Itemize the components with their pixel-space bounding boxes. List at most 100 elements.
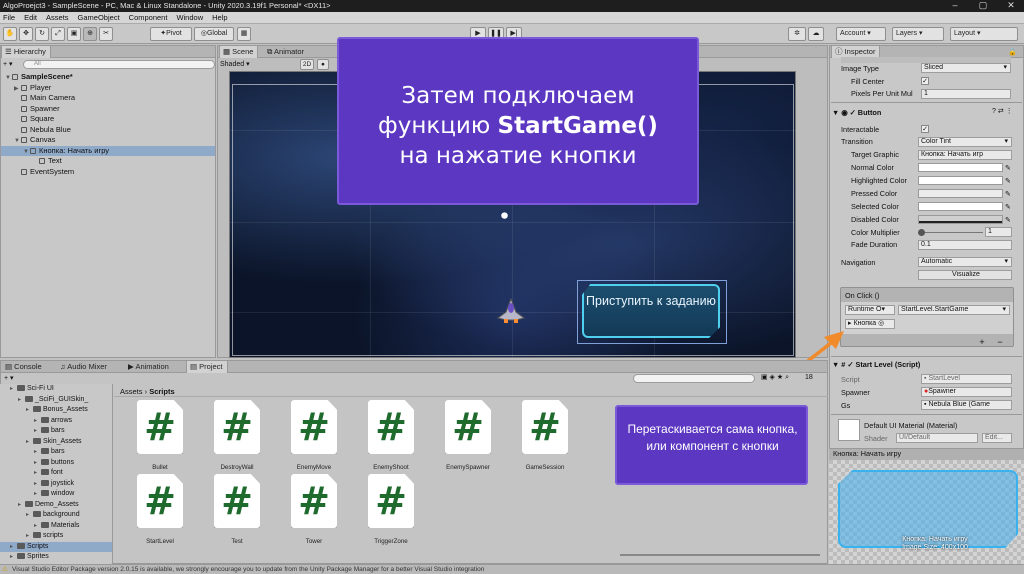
fold-arrow-icon[interactable]: ▼ bbox=[14, 136, 21, 147]
shading-dropdown[interactable]: Shaded ▾ bbox=[220, 59, 284, 70]
icon-size-slider[interactable] bbox=[620, 554, 820, 556]
project-folder-item[interactable]: ▸ bars bbox=[0, 447, 112, 458]
fold-arrow-icon[interactable]: ▸ bbox=[26, 405, 33, 416]
fold-arrow-icon[interactable]: ▸ bbox=[34, 458, 41, 469]
grid-snap-icon[interactable]: ▦ bbox=[237, 27, 251, 41]
color-multiplier-field[interactable]: 1 bbox=[985, 227, 1012, 237]
menu-help[interactable]: Help bbox=[212, 12, 227, 23]
hierarchy-item[interactable]: Spawner bbox=[1, 104, 215, 115]
player-ship-icon[interactable] bbox=[496, 297, 526, 324]
hierarchy-item[interactable]: Main Camera bbox=[1, 93, 215, 104]
tab-console[interactable]: ▤ Console bbox=[2, 361, 46, 373]
rotate-tool-icon[interactable]: ↻ bbox=[35, 27, 49, 41]
project-folder-item[interactable]: ▸ Scripts bbox=[0, 541, 112, 552]
fold-arrow-icon[interactable]: ▸ bbox=[34, 521, 41, 532]
collab-icon[interactable]: ✲ bbox=[788, 27, 806, 41]
material-edit-button[interactable]: Edit... bbox=[982, 433, 1012, 443]
tab-scene[interactable]: ▦ Scene bbox=[219, 46, 259, 58]
script-asset[interactable]: # StartLevel bbox=[125, 474, 195, 545]
project-folder-item[interactable]: ▸ background bbox=[0, 510, 112, 521]
custom-tool-icon[interactable]: ✂ bbox=[99, 27, 113, 41]
script-asset[interactable]: # EnemyMove bbox=[279, 400, 349, 471]
camera-gizmo-icon[interactable]: ⏺ bbox=[501, 208, 521, 222]
fold-arrow-icon[interactable]: ▸ bbox=[26, 437, 33, 448]
add-object-button[interactable]: + ▾ bbox=[3, 60, 19, 69]
transform-tool-icon[interactable]: ⊕ bbox=[83, 27, 97, 41]
fold-arrow-icon[interactable]: ▸ bbox=[26, 531, 33, 542]
fold-arrow-icon[interactable]: ▸ bbox=[34, 416, 41, 427]
project-folder-item[interactable]: ▸ buttons bbox=[0, 458, 112, 469]
project-folder-item[interactable]: ▸ Demo_Assets bbox=[0, 500, 112, 511]
script-asset[interactable]: # DestroyWall bbox=[202, 400, 272, 471]
script-asset[interactable]: # TriggerZone bbox=[356, 474, 426, 545]
tab-project[interactable]: ▤ Project bbox=[186, 361, 228, 373]
project-folder-item[interactable]: ▸ Bonus_Assets bbox=[0, 405, 112, 416]
hierarchy-item[interactable]: ▼ Кнопка: Начать игру bbox=[1, 145, 215, 158]
fold-arrow-icon[interactable]: ▼ bbox=[5, 73, 12, 84]
shader-dropdown[interactable]: UI/Default bbox=[896, 433, 978, 443]
interactable-checkbox[interactable]: ✓ bbox=[921, 125, 929, 133]
image-type-dropdown[interactable]: Sliced ▾ bbox=[921, 63, 1011, 73]
breadcrumb-assets[interactable]: Assets bbox=[120, 387, 143, 396]
project-folder-item[interactable]: ▸ Materials bbox=[0, 521, 112, 532]
target-graphic-field[interactable]: Кнопка: Начать игр bbox=[918, 150, 1012, 160]
fold-arrow-icon[interactable]: ▸ bbox=[34, 426, 41, 437]
fold-arrow-icon[interactable]: ▸ bbox=[34, 468, 41, 479]
menu-file[interactable]: File bbox=[3, 12, 15, 23]
layout-dropdown[interactable]: Layout ▾ bbox=[950, 27, 1018, 41]
fold-arrow-icon[interactable]: ▸ bbox=[10, 384, 17, 395]
fade-duration-field[interactable]: 0.1 bbox=[918, 240, 1012, 250]
project-folder-item[interactable]: ▸ _SciFi_GUISkin_ bbox=[0, 395, 112, 406]
project-folder-item[interactable]: ▸ Skin_Assets bbox=[0, 437, 112, 448]
hierarchy-item[interactable]: Square bbox=[1, 114, 215, 125]
button-selection-rect[interactable]: Приступить к заданию bbox=[577, 280, 727, 344]
remove-event-button[interactable]: − bbox=[992, 337, 1008, 347]
transition-dropdown[interactable]: Color Tint ▾ bbox=[918, 137, 1012, 147]
menu-window[interactable]: Window bbox=[176, 12, 203, 23]
hierarchy-item[interactable]: ▶ Player bbox=[1, 83, 215, 94]
script-field[interactable]: ▪ StartLevel bbox=[921, 374, 1012, 384]
multiplier-slider-track[interactable] bbox=[921, 232, 983, 233]
spawner-field[interactable]: ●Spawner bbox=[921, 387, 1012, 397]
script-asset[interactable]: # Bullet bbox=[125, 400, 195, 471]
menu-gameobject[interactable]: GameObject bbox=[78, 12, 120, 23]
fold-arrow-icon[interactable]: ▸ bbox=[10, 552, 17, 563]
close-icon[interactable]: ✕ bbox=[1000, 0, 1022, 12]
project-folder-item[interactable]: ▸ arrows bbox=[0, 416, 112, 427]
script-asset[interactable]: # Tower bbox=[279, 474, 349, 545]
project-folder-item[interactable]: ▸ font bbox=[0, 468, 112, 479]
menu-edit[interactable]: Edit bbox=[24, 12, 37, 23]
global-button[interactable]: ◎Global bbox=[194, 27, 234, 41]
fold-arrow-icon[interactable]: ▸ bbox=[18, 395, 25, 406]
button-component-header[interactable]: ▼ ◉ ✓ Button bbox=[832, 107, 881, 118]
component-menu-icon[interactable]: ? ⇄ ⋮ bbox=[992, 107, 1013, 115]
gs-field[interactable]: ▪ Nebula Blue (Game bbox=[921, 400, 1012, 410]
onclick-object-field[interactable]: ▸ Кнопка ◎ bbox=[845, 319, 895, 329]
layers-dropdown[interactable]: Layers ▾ bbox=[892, 27, 944, 41]
scale-tool-icon[interactable]: ⤢ bbox=[51, 27, 65, 41]
fold-arrow-icon[interactable]: ▸ bbox=[26, 510, 33, 521]
hierarchy-item[interactable]: Text bbox=[1, 156, 215, 167]
tab-audio-mixer[interactable]: ♫ Audio Mixer bbox=[57, 361, 111, 373]
hierarchy-item[interactable]: Nebula Blue bbox=[1, 125, 215, 136]
minimize-icon[interactable]: – bbox=[944, 0, 966, 12]
fold-arrow-icon[interactable]: ▼ bbox=[23, 147, 30, 158]
tab-animator[interactable]: ⧉ Animator bbox=[264, 46, 308, 58]
project-folder-item[interactable]: ▸ joystick bbox=[0, 479, 112, 490]
hierarchy-item[interactable]: ▼ Canvas bbox=[1, 135, 215, 146]
fold-arrow-icon[interactable]: ▸ bbox=[18, 500, 25, 511]
menu-assets[interactable]: Assets bbox=[46, 12, 69, 23]
multiplier-slider-thumb[interactable] bbox=[918, 229, 925, 236]
script-asset[interactable]: # EnemySpawner bbox=[433, 400, 503, 471]
maximize-icon[interactable]: ▢ bbox=[972, 0, 994, 12]
project-folder-item[interactable]: ▸ scripts bbox=[0, 531, 112, 542]
script-asset[interactable]: # EnemyShoot bbox=[356, 400, 426, 471]
pressed-color-swatch[interactable] bbox=[918, 189, 1003, 198]
rect-tool-icon[interactable]: ▣ bbox=[67, 27, 81, 41]
script-asset[interactable]: # GameSession bbox=[510, 400, 580, 471]
runtime-dropdown[interactable]: Runtime O▾ bbox=[845, 305, 895, 315]
eyedropper-icons[interactable]: ✎ ✎ ✎ ✎ ✎ bbox=[1005, 162, 1013, 227]
add-event-button[interactable]: + bbox=[974, 337, 990, 347]
tab-animation[interactable]: ▶ Animation bbox=[125, 361, 173, 373]
menu-component[interactable]: Component bbox=[129, 12, 168, 23]
